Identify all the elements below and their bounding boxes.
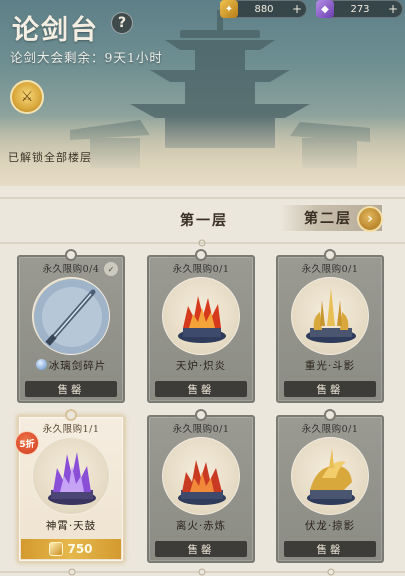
shop-item-card[interactable]: 永久限购0/4 ✓ 冰璃剑碎片 售罄 (17, 249, 125, 403)
owned-icon: ✓ (104, 262, 118, 276)
card-ring (65, 249, 77, 261)
sold-out-button[interactable]: 售罄 (155, 541, 247, 557)
item-price: 750 (67, 542, 93, 556)
item-name: 冰璃剑碎片 (48, 360, 107, 372)
unlocked-status: 已解锁全部楼层 (8, 151, 92, 164)
item-name: 离火·赤炼 (175, 520, 227, 532)
golden-dragon-icon (291, 437, 369, 515)
purchase-limit: 永久限购0/1 (301, 264, 359, 275)
red-flame-icon (162, 437, 240, 515)
sold-out-button[interactable]: 售罄 (284, 381, 376, 397)
current-floor-label: 第一层 (180, 213, 228, 229)
item-name: 天炉·炽炎 (175, 360, 227, 372)
jade-gem-icon: ◆ (316, 0, 334, 18)
card-ring (195, 249, 207, 261)
shop-item-card[interactable]: 永久限购0/1 天炉·炽炎 售罄 (147, 249, 255, 403)
gold-coin-icon (49, 542, 64, 556)
gold-currency-display: ✦ 880 + (220, 0, 307, 18)
sold-out-button[interactable]: 售罄 (25, 381, 117, 397)
card-ring (65, 409, 77, 421)
purchase-limit: 永久限购0/1 (172, 424, 230, 435)
ice-gem-icon (35, 359, 47, 370)
ice-sword-shard-icon (32, 277, 110, 355)
sword-emblem-icon[interactable]: ⚔ (10, 80, 44, 114)
golden-blades-icon (291, 277, 369, 355)
card-ring (324, 409, 336, 421)
buy-button[interactable]: 750 (21, 539, 121, 559)
chevron-right-icon[interactable]: › (357, 206, 383, 232)
gold-coin-icon: ✦ (220, 0, 238, 18)
arena-banner: 论剑台 ? 论剑大会剩余：9天1小时 ⚔ 已解锁全部楼层 ✦ 880 + ◆ 2… (0, 0, 405, 186)
bottom-divider-ornament (0, 568, 405, 576)
add-gold-button[interactable]: + (290, 2, 304, 16)
shop-item-card[interactable]: 永久限购0/1 离火·赤炼 售罄 (147, 409, 255, 563)
jade-amount: 273 (350, 3, 370, 15)
shop-item-card[interactable]: 永久限购1/1 5折 神霄·天鼓 750 (15, 409, 125, 563)
item-name-wrapper: 冰璃剑碎片 (19, 358, 123, 373)
sold-out-button[interactable]: 售罄 (155, 381, 247, 397)
card-ring (195, 409, 207, 421)
purchase-limit: 永久限购0/1 (301, 424, 359, 435)
fire-furnace-icon (162, 277, 240, 355)
sold-out-button[interactable]: 售罄 (284, 541, 376, 557)
shop-item-card[interactable]: 永久限购0/1 伏龙·掠影 售罄 (276, 409, 384, 563)
jade-currency-display: ◆ 273 + (316, 0, 403, 18)
item-name: 伏龙·掠影 (304, 520, 356, 532)
question-icon[interactable]: ? (111, 12, 133, 34)
add-jade-button[interactable]: + (386, 2, 400, 16)
card-ring (324, 249, 336, 261)
shop-item-card[interactable]: 永久限购0/1 重光·斗影 售罄 (276, 249, 384, 403)
thunder-drum-icon (32, 437, 110, 515)
purchase-limit: 永久限购0/1 (172, 264, 230, 275)
item-name: 重光·斗影 (304, 360, 356, 372)
gold-amount: 880 (254, 3, 274, 15)
event-countdown: 论剑大会剩余：9天1小时 (10, 50, 163, 65)
divider-ornament (0, 239, 405, 247)
divider-ornament (0, 197, 405, 199)
item-name: 神霄·天鼓 (45, 520, 97, 532)
page-title: 论剑台 (12, 15, 99, 46)
